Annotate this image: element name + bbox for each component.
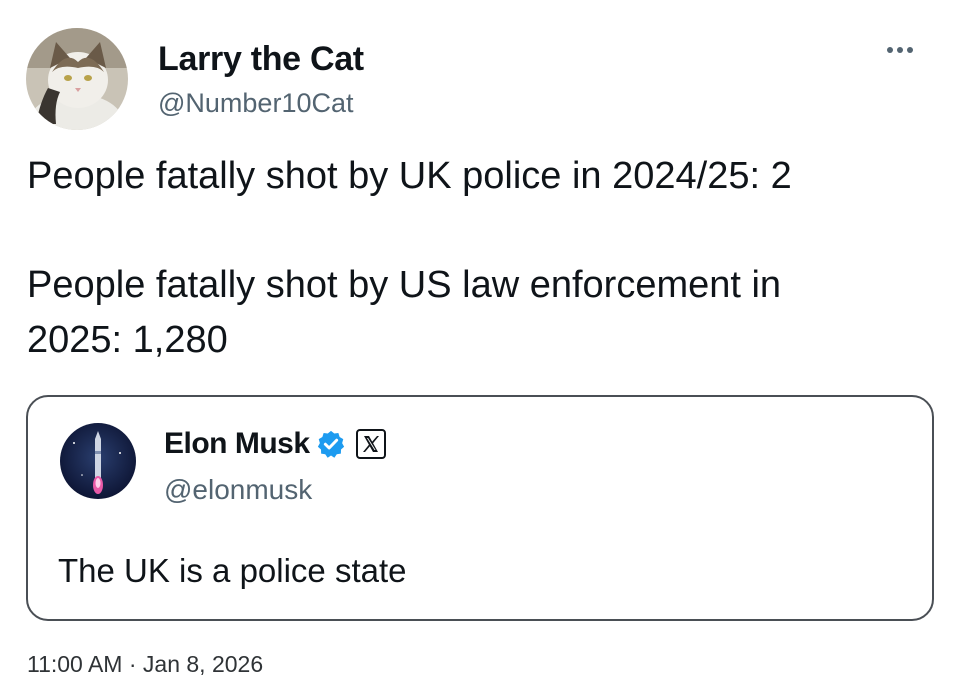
quoted-author-name[interactable]: Elon Musk [164, 427, 310, 461]
tweet-text-line: 2025: 1,280 [27, 319, 228, 361]
quoted-tweet-card[interactable]: Elon Musk @elonmusk The UK is a police s… [26, 395, 934, 621]
more-horizontal-icon [887, 47, 913, 53]
tweet-text-line: People fatally shot by US law enforcemen… [27, 264, 782, 306]
quoted-author-row: Elon Musk [164, 427, 386, 461]
rocket-avatar-image [60, 423, 136, 499]
author-avatar[interactable] [26, 28, 128, 130]
tweet: Larry the Cat @Number10Cat People fatall… [0, 0, 968, 697]
author-handle[interactable]: @Number10Cat [158, 88, 354, 119]
more-options-button[interactable] [880, 34, 920, 66]
x-logo-icon [355, 429, 386, 459]
author-name[interactable]: Larry the Cat [158, 40, 364, 79]
quoted-tweet-text: The UK is a police state [58, 552, 407, 589]
quoted-author-avatar[interactable] [60, 423, 136, 499]
verified-badge-icon [317, 430, 344, 458]
tweet-timestamp[interactable]: 11:00 AM · Jan 8, 2026 [27, 651, 263, 678]
quoted-author-handle[interactable]: @elonmusk [164, 474, 312, 506]
tweet-text-line: People fatally shot by UK police in 2024… [27, 155, 792, 197]
cat-avatar-image [26, 28, 128, 130]
